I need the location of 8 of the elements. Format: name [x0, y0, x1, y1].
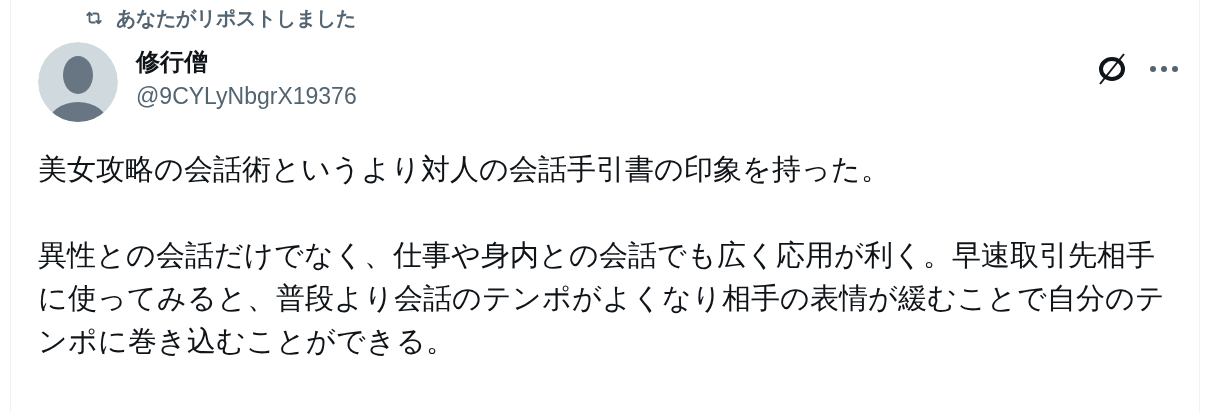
- avatar-icon[interactable]: [38, 42, 118, 122]
- author-name[interactable]: 修行僧: [136, 46, 357, 78]
- repost-icon: [84, 9, 104, 27]
- author-handle[interactable]: @9CYLyNbgrX19376: [136, 78, 357, 114]
- post-paragraph: 美女攻略の会話術というより対人の会話手引書の印象を持った。: [38, 152, 891, 187]
- repost-label: あなたがリポストしました: [116, 6, 356, 31]
- more-icon[interactable]: [1149, 65, 1179, 73]
- post-paragraph: 異性との会話だけでなく、仕事や身内との会話でも広く応用が利く。早速取引先相手に使ってみると、普段より会話のテンポがよくなり相手の表情が緩むことで自分のテンポに巻き込むことができる。: [38, 238, 1166, 359]
